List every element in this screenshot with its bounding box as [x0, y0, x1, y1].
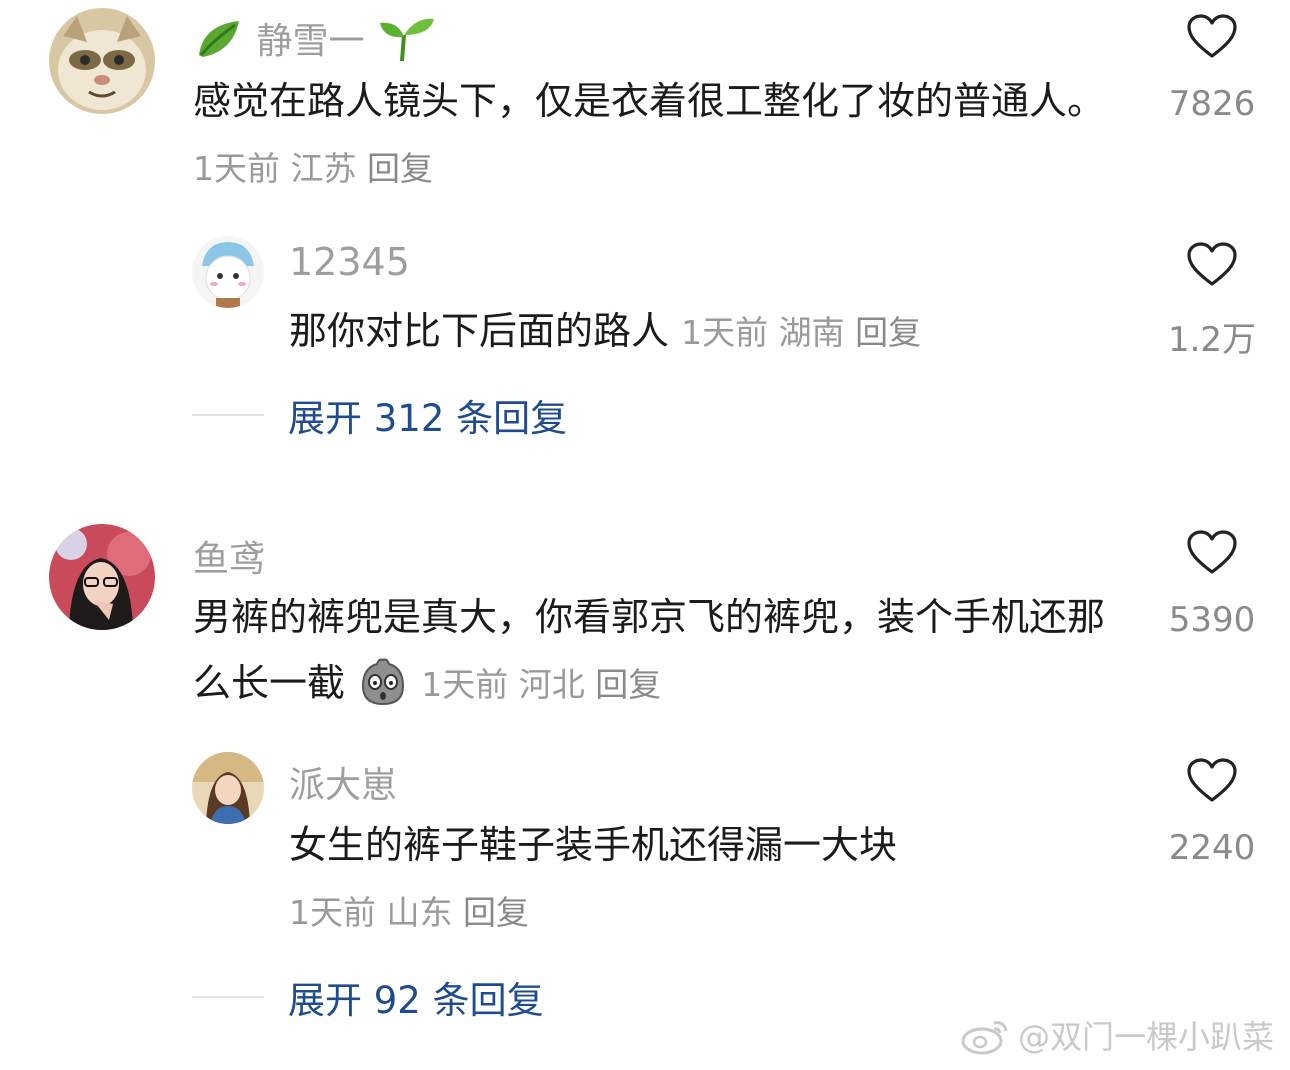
- divider-line: [192, 414, 264, 416]
- comment-meta: 1天前 河北 回复: [421, 665, 661, 704]
- reply-button[interactable]: 回复: [595, 665, 661, 704]
- expand-replies-label: 展开 92 条回复: [288, 979, 544, 1022]
- comment-location: 江苏: [290, 149, 357, 188]
- seedling-emoji-icon: [364, 18, 435, 62]
- like-button[interactable]: 7826: [1152, 14, 1272, 124]
- user-avatar-cartoon[interactable]: [192, 236, 264, 308]
- weibo-logo-icon: [961, 1021, 1008, 1055]
- expand-replies-label: 展开 312 条回复: [288, 397, 568, 440]
- leaf-emoji-icon: [193, 21, 256, 62]
- comment-text: 那你对比下后面的路人 1天前 湖南 回复: [289, 309, 922, 353]
- comment-location: 山东: [386, 893, 453, 932]
- divider-line: [192, 996, 264, 998]
- comment-meta: 1天前 山东 回复: [289, 893, 529, 932]
- shocked-potato-emoji-icon: [345, 658, 421, 706]
- user-avatar-illustrated[interactable]: [192, 752, 264, 824]
- username[interactable]: 派大崽: [289, 756, 397, 808]
- heart-outline-icon: [1187, 242, 1237, 286]
- heart-outline-icon: [1187, 758, 1237, 802]
- comment-time: 1天前: [193, 149, 280, 188]
- expand-replies-button[interactable]: 展开 92 条回复: [192, 970, 544, 1024]
- like-count: 7826: [1168, 84, 1256, 124]
- watermark: @双门一棵小趴菜: [960, 1012, 1274, 1058]
- like-count: 5390: [1168, 600, 1256, 640]
- comment-text: 感觉在路人镜头下，仅是衣着很工整化了妆的普通人。 1天前 江苏 回复: [193, 79, 1106, 188]
- like-button[interactable]: 2240: [1152, 758, 1272, 868]
- reply-button[interactable]: 回复: [855, 313, 921, 352]
- user-avatar-girl[interactable]: [49, 524, 155, 630]
- like-button[interactable]: 1.2万: [1152, 242, 1272, 361]
- comment-location: 湖南: [778, 313, 845, 352]
- comment-meta: 1天前 江苏 回复: [193, 149, 433, 188]
- comment-time: 1天前: [681, 313, 769, 352]
- reply-button[interactable]: 回复: [463, 893, 529, 932]
- username[interactable]: 静雪一: [193, 12, 436, 64]
- watermark-text: @双门一棵小趴菜: [1017, 1018, 1274, 1056]
- like-count: 2240: [1168, 828, 1256, 868]
- comment-time: 1天前: [421, 665, 509, 704]
- comment-time: 1天前: [289, 893, 376, 932]
- like-button[interactable]: 5390: [1152, 530, 1272, 640]
- expand-replies-button[interactable]: 展开 312 条回复: [192, 388, 567, 442]
- reply-button[interactable]: 回复: [367, 149, 433, 188]
- heart-outline-icon: [1187, 14, 1237, 58]
- heart-outline-icon: [1187, 530, 1237, 574]
- comment-location: 河北: [518, 665, 585, 704]
- like-count: 1.2万: [1167, 320, 1257, 360]
- username[interactable]: 12345: [289, 240, 410, 284]
- comment-text: 男裤的裤兜是真大，你看郭京飞的裤兜，装个手机还那么长一截 1天前 河北 回复: [193, 595, 1106, 706]
- comment-meta: 1天前 湖南 回复: [681, 313, 921, 352]
- comment-text: 女生的裤子鞋子装手机还得漏一大块 1天前 山东 回复: [289, 823, 898, 932]
- user-avatar-cat[interactable]: [49, 8, 155, 114]
- username[interactable]: 鱼鸢: [193, 530, 265, 582]
